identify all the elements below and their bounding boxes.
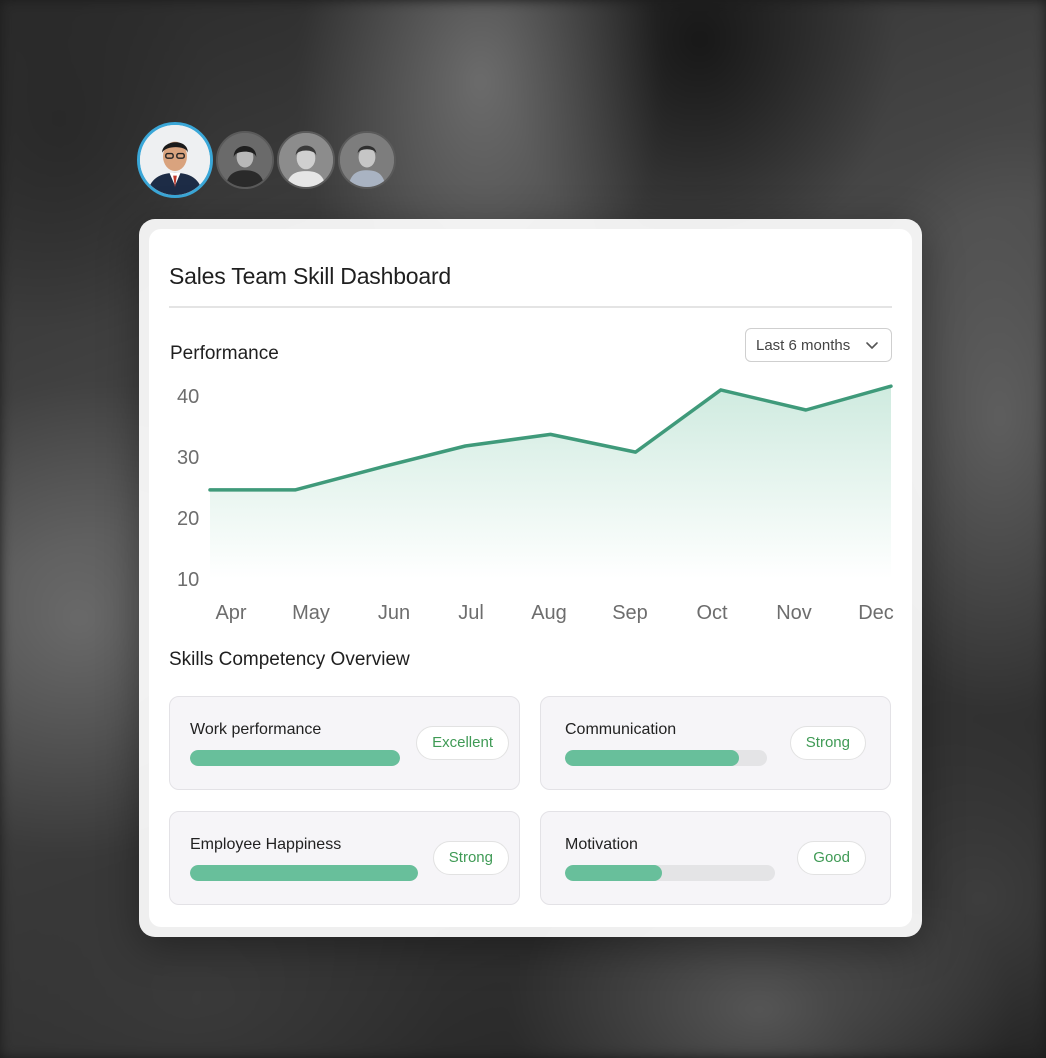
y-tick-label: 30 <box>177 447 199 469</box>
skill-name: Work performance <box>190 721 322 738</box>
avatar-selected[interactable] <box>137 122 213 198</box>
skill-card: Employee Happiness Strong <box>169 811 520 905</box>
skill-badge: Strong <box>432 841 509 875</box>
skill-bar-fill <box>190 750 400 766</box>
skill-bar <box>565 865 775 881</box>
chart-area <box>210 386 891 579</box>
skill-name: Communication <box>565 721 677 738</box>
x-tick-label: Dec <box>858 602 894 624</box>
avatar[interactable] <box>216 131 274 189</box>
skill-card: Motivation Good <box>540 811 891 905</box>
performance-chart: 40 30 20 10 Apr May Jun Jul Aug Sep Oct Nov Dec <box>177 384 894 624</box>
performance-label: Performance <box>170 343 279 364</box>
time-range-value: Last 6 months <box>756 337 851 354</box>
x-tick-label: Aug <box>531 602 567 624</box>
person-icon <box>340 133 394 187</box>
x-tick-label: Nov <box>776 602 812 624</box>
skill-badge: Good <box>797 841 866 875</box>
chevron-down-icon <box>866 342 878 349</box>
x-tick-label: Jun <box>378 602 410 624</box>
dashboard-card-frame: Sales Team Skill Dashboard Performance L… <box>139 219 922 937</box>
skill-badge: Excellent <box>416 726 509 760</box>
person-icon <box>140 125 210 195</box>
person-icon <box>279 133 333 187</box>
y-tick-label: 10 <box>177 569 199 591</box>
skill-badge: Strong <box>789 726 866 760</box>
x-tick-label: May <box>292 602 330 624</box>
person-icon <box>218 133 272 187</box>
y-tick-label: 20 <box>177 508 199 530</box>
skill-bar <box>190 865 418 881</box>
dashboard-card: Sales Team Skill Dashboard Performance L… <box>149 229 912 927</box>
x-tick-label: Oct <box>696 602 728 624</box>
skill-bar-fill <box>190 865 418 881</box>
skill-name: Employee Happiness <box>190 836 342 853</box>
avatar[interactable] <box>338 131 396 189</box>
page-title: Sales Team Skill Dashboard <box>169 263 452 289</box>
skill-bar <box>565 750 767 766</box>
skill-card: Communication Strong <box>540 696 891 790</box>
avatar[interactable] <box>277 131 335 189</box>
x-tick-label: Jul <box>458 602 484 624</box>
skill-name: Motivation <box>565 836 638 853</box>
skill-bar-fill <box>565 750 739 766</box>
skill-bar-fill <box>565 865 662 881</box>
divider <box>169 306 892 308</box>
x-tick-label: Apr <box>215 602 246 624</box>
y-tick-label: 40 <box>177 386 199 408</box>
skills-title: Skills Competency Overview <box>169 649 410 670</box>
skill-bar <box>190 750 400 766</box>
time-range-select[interactable]: Last 6 months <box>745 328 892 362</box>
x-tick-label: Sep <box>612 602 648 624</box>
skill-card: Work performance Excellent <box>169 696 520 790</box>
